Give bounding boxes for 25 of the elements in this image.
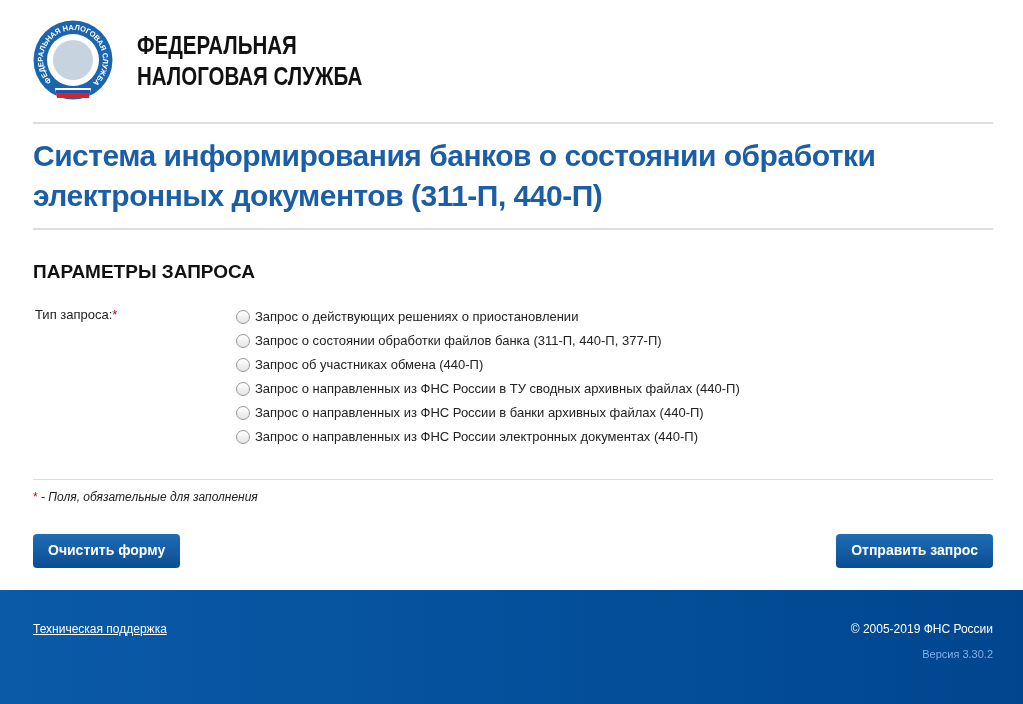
radio-option[interactable]: Запрос о направленных из ФНС России электронных документах (440-П) — [236, 424, 740, 449]
clear-form-button[interactable]: Очистить форму — [33, 533, 181, 568]
radio-button[interactable] — [236, 381, 250, 396]
copyright-text: © 2005-2019 ФНС России — [850, 620, 993, 638]
version-text: Версия 3.30.2 — [921, 646, 993, 662]
section-title: ПАРАМЕТРЫ ЗАПРОСА — [33, 260, 256, 284]
radio-button[interactable] — [236, 405, 250, 420]
support-link[interactable]: Техническая поддержка — [33, 619, 167, 662]
field-label: Тип запроса: — [35, 306, 113, 322]
radio-option[interactable]: Запрос о направленных из ФНС России в банки архивных файлах (440-П) — [236, 400, 740, 425]
radio-button[interactable] — [236, 357, 250, 372]
radio-option[interactable]: Запрос об участниках обмена (440-П) — [236, 352, 740, 377]
page-title: Система информирования банков о состоянии обработки электронных документов (311-П, 440-П) — [33, 138, 877, 214]
radio-button[interactable] — [236, 309, 250, 324]
required-note: - Поля, обязательные для заполнения — [41, 489, 258, 504]
submit-button[interactable]: Отправить запрос — [836, 533, 993, 568]
radio-button[interactable] — [236, 333, 250, 348]
radio-option[interactable]: Запрос о состоянии обработки файлов банка (311-П, 440-П, 377-П) — [236, 328, 740, 353]
required-mark: * — [33, 489, 38, 504]
org-name: ФЕДЕРАЛЬНАЯ — [137, 30, 298, 61]
radio-button[interactable] — [236, 429, 250, 444]
radio-option[interactable]: Запрос о направленных из ФНС России в ТУ сводных архивных файлах (440-П) — [236, 376, 740, 401]
required-mark: * — [112, 306, 118, 322]
org-name: НАЛОГОВАЯ СЛУЖБА — [137, 61, 363, 92]
radio-option[interactable]: Запрос о действующих решениях о приостановлении — [236, 304, 740, 329]
